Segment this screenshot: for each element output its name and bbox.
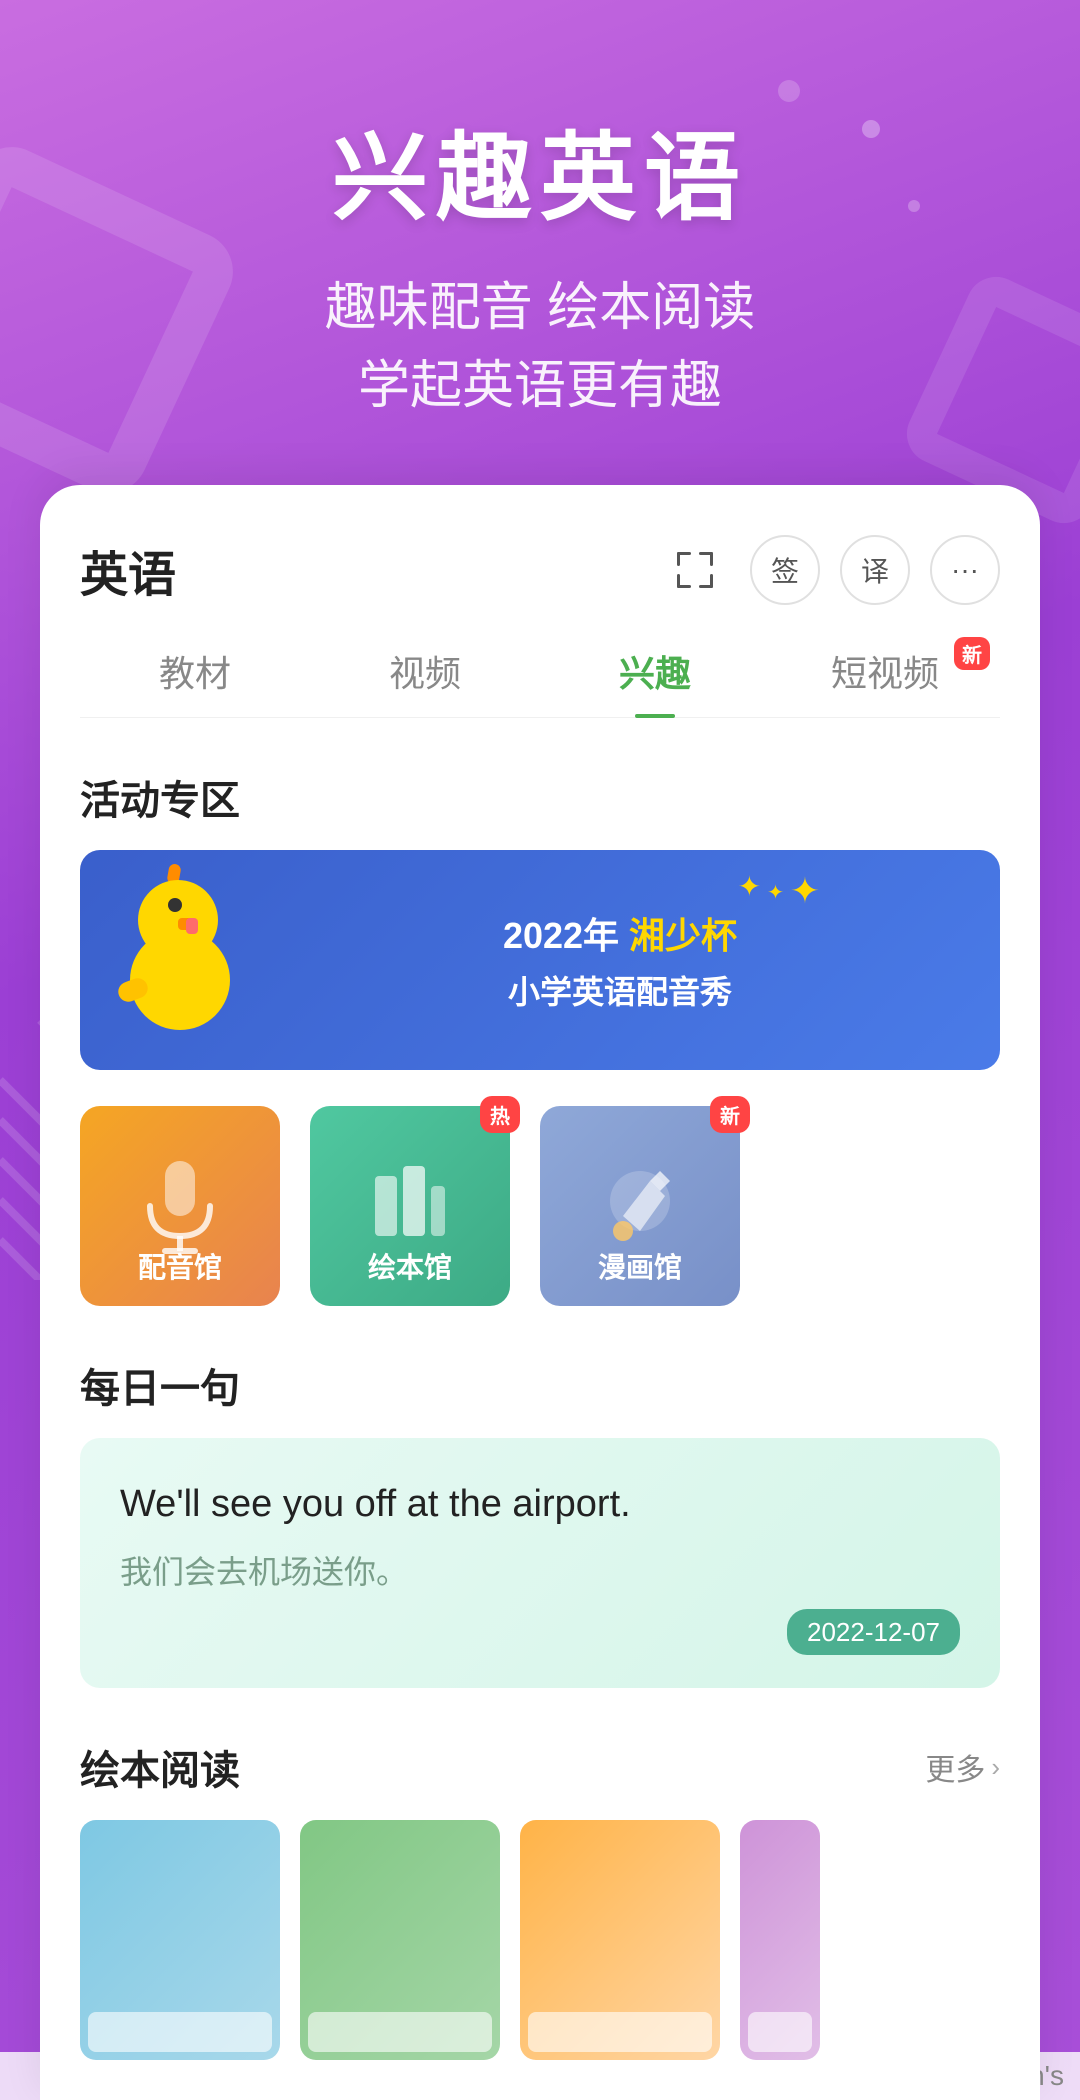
more-dots: ··· [951,554,979,586]
main-title: 兴趣英语 [0,100,1080,239]
daily-card[interactable]: We'll see you off at the airport. 我们会去机场… [80,1438,1000,1688]
banner-year: 2022年 湘少杯 [270,907,970,959]
more-link[interactable]: 更多 › [925,1745,1000,1789]
sub-title: 趣味配音 绘本阅读 学起英语更有趣 [0,269,1080,425]
tab-interest[interactable]: 兴趣 [540,645,770,717]
header-section: 兴趣英语 趣味配音 绘本阅读 学起英语更有趣 [0,0,1080,485]
tab-video[interactable]: 视频 [310,645,540,717]
book-item-2[interactable] [300,1820,500,2060]
sign-label: 签 [771,550,799,590]
star1: ✦ [738,870,761,912]
translate-label: 译 [861,550,889,590]
card-header: 英语 签 译 [80,535,1000,605]
brush-icon [595,1156,685,1256]
manga-badge: 新 [710,1096,750,1133]
daily-english: We'll see you off at the airport. [120,1478,960,1531]
book-item-1[interactable] [80,1820,280,2060]
more-label: 更多 [925,1745,985,1789]
book-strip [80,1820,1000,2060]
feature-manga[interactable]: 漫画馆 新 [540,1106,740,1306]
mic-icon [135,1151,225,1261]
activity-banner[interactable]: 2022年 湘少杯 小学英语配音秀 ✦ ✦ ✦ [80,850,1000,1070]
more-button[interactable]: ··· [930,535,1000,605]
daily-date-area: 2022-12-07 [120,1617,960,1648]
dubbing-icon-wrap: 配音馆 [80,1106,280,1306]
picture-book-label: 绘本馆 [310,1246,510,1286]
banner-text: 2022年 湘少杯 小学英语配音秀 [270,907,970,1013]
picture-book-title: 绘本阅读 [80,1738,240,1796]
sign-button[interactable]: 签 [750,535,820,605]
card-icon-group: 签 译 ··· [660,535,1000,605]
manga-icon-wrap: 漫画馆 新 [540,1106,740,1306]
picture-book-badge: 热 [480,1096,520,1133]
mascot [110,870,270,1050]
card-title: 英语 [80,535,176,605]
translate-button[interactable]: 译 [840,535,910,605]
chevron-right-icon: › [991,1752,1000,1783]
activity-section-title: 活动专区 [80,768,1000,826]
sub-title-line1: 趣味配音 绘本阅读 [0,269,1080,347]
tab-textbook[interactable]: 教材 [80,645,310,717]
star3: ✦ [790,870,820,912]
sub-title-line2: 学起英语更有趣 [0,347,1080,425]
daily-chinese: 我们会去机场送你。 [120,1547,960,1593]
tab-bar: 教材 视频 兴趣 短视频 新 [80,645,1000,718]
dubbing-label: 配音馆 [80,1246,280,1286]
banner-highlight: 湘少杯 [629,915,737,956]
feature-picture-book[interactable]: 绘本馆 热 [310,1106,510,1306]
banner-stars: ✦ ✦ ✦ [738,870,820,912]
book-item-3[interactable] [520,1820,720,2060]
star2: ✦ [767,880,784,912]
book-item-4[interactable] [740,1820,820,2060]
main-card: 英语 签 译 [40,485,1040,2100]
tab-short-video[interactable]: 短视频 新 [770,645,1000,717]
banner-subtitle: 小学英语配音秀 [270,967,970,1013]
feature-dubbing[interactable]: 配音馆 [80,1106,280,1306]
feature-row: 配音馆 绘本馆 热 [80,1106,1000,1306]
short-video-badge: 新 [954,637,990,670]
daily-date-badge: 2022-12-07 [787,1609,960,1655]
scan-icon-button[interactable] [660,535,730,605]
manga-label: 漫画馆 [540,1246,740,1286]
picture-book-section-header: 绘本阅读 更多 › [80,1738,1000,1796]
picture-book-icon-wrap: 绘本馆 热 [310,1106,510,1306]
book-icon [365,1156,455,1256]
daily-section-title: 每日一句 [80,1356,1000,1414]
